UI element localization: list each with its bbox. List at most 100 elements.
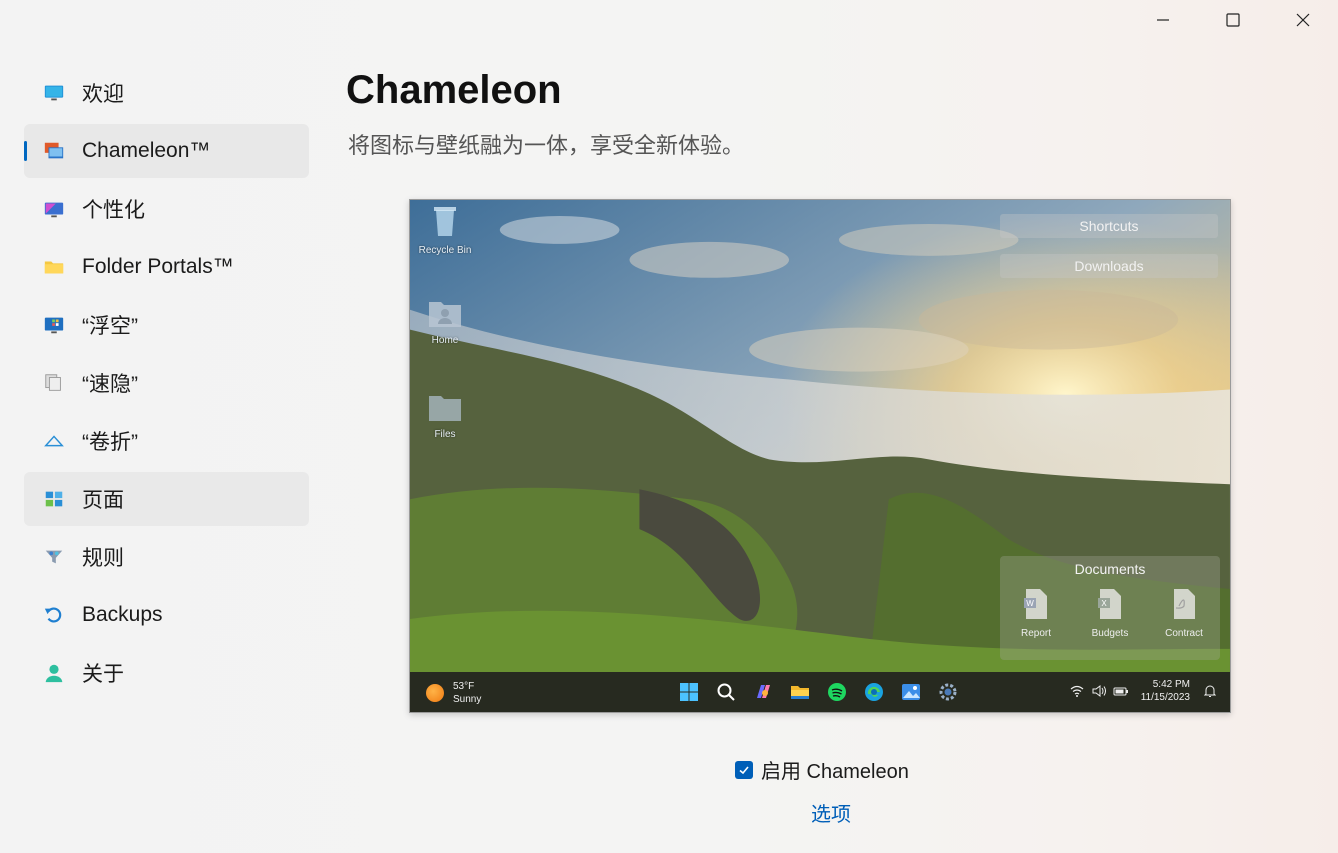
float-icon	[42, 313, 66, 337]
volume-icon[interactable]	[1091, 683, 1107, 699]
sidebar-item-backups[interactable]: Backups	[24, 588, 309, 642]
file-explorer-icon	[791, 686, 809, 699]
minimize-button[interactable]	[1128, 0, 1198, 40]
search-icon	[717, 683, 735, 701]
sidebar-item-label: Folder Portals™	[82, 255, 234, 278]
enable-chameleon-row[interactable]: 启用 Chameleon	[735, 755, 909, 784]
sidebar-item-peek[interactable]: “速隐”	[24, 356, 309, 410]
spotify-icon	[828, 683, 846, 701]
weather-temp: 53°F	[453, 681, 475, 692]
weather-condition: Sunny	[453, 694, 482, 705]
maximize-icon	[1226, 13, 1240, 27]
portal-shortcuts[interactable]: Shortcuts	[1000, 214, 1218, 238]
enable-chameleon-label[interactable]: 启用 Chameleon	[761, 755, 909, 784]
sidebar-item-label: “速隐”	[82, 373, 138, 396]
pages-icon	[42, 487, 66, 511]
desktop-icon-label: Files	[434, 429, 456, 440]
search-button[interactable]	[715, 681, 737, 703]
gear-icon	[939, 683, 957, 701]
settings-button[interactable]	[937, 681, 959, 703]
chameleon-icon	[42, 139, 66, 163]
about-icon	[42, 661, 66, 685]
file-label: Budgets	[1091, 628, 1129, 639]
backup-icon	[42, 603, 66, 627]
personalize-icon	[42, 197, 66, 221]
desktop-preview: Recycle Bin Home Files Shortcuts Downloa…	[409, 199, 1231, 713]
home-folder-icon	[429, 302, 461, 327]
pdf-doc-icon	[1174, 589, 1195, 619]
maximize-button[interactable]	[1198, 0, 1268, 40]
copilot-button[interactable]	[752, 681, 774, 703]
portal-documents[interactable]: Documents W Report X Budgets Contract	[1000, 556, 1220, 660]
folder-icon	[42, 255, 66, 279]
sidebar-item-chameleon[interactable]: Chameleon™	[24, 124, 309, 178]
window-controls	[1128, 0, 1338, 40]
file-label: Report	[1020, 628, 1051, 639]
sidebar-item-personalize[interactable]: 个性化	[24, 182, 309, 236]
minimize-icon	[1157, 19, 1169, 21]
desktop-icon-label: Recycle Bin	[418, 245, 472, 256]
clock-date: 11/15/2023	[1140, 692, 1190, 703]
sidebar-item-label: “浮空”	[82, 315, 138, 338]
sidebar-item-rules[interactable]: 规则	[24, 530, 309, 584]
desktop-icon-label: Home	[431, 335, 459, 346]
desktop-icon-home[interactable]: Home	[410, 298, 480, 346]
sidebar-item-label: Backups	[82, 603, 163, 626]
sun-icon	[426, 684, 444, 702]
file-label: Contract	[1165, 628, 1203, 639]
spotify-button[interactable]	[826, 681, 848, 703]
weather-widget[interactable]: 53°F Sunny	[426, 680, 481, 706]
taskbar-apps	[678, 681, 974, 703]
battery-icon[interactable]	[1113, 683, 1129, 699]
sidebar-item-label: 个性化	[82, 199, 145, 222]
sidebar-item-label: Chameleon™	[82, 139, 211, 162]
file-explorer-button[interactable]	[789, 681, 811, 703]
windows-icon	[680, 683, 698, 701]
sidebar-item-label: 规则	[82, 547, 124, 570]
edge-button[interactable]	[863, 681, 885, 703]
portal-downloads[interactable]: Downloads	[1000, 254, 1218, 278]
system-tray: 5:42 PM 11/15/2023	[1063, 678, 1218, 704]
file-budgets[interactable]: X Budgets	[1080, 588, 1140, 639]
sidebar-nav: 欢迎 Chameleon™ 个性化 Folder Portals™ “浮空” “…	[24, 66, 309, 704]
file-report[interactable]: W Report	[1006, 588, 1066, 639]
rules-icon	[42, 545, 66, 569]
selection-indicator	[24, 141, 27, 161]
sidebar-item-label: 页面	[82, 489, 124, 512]
sidebar-item-welcome[interactable]: 欢迎	[24, 66, 309, 120]
recycle-bin-icon	[434, 207, 456, 236]
notification-bell-icon[interactable]	[1202, 683, 1218, 699]
page-subtitle: 将图标与壁纸融为一体，享受全新体验。	[348, 133, 745, 158]
files-folder-icon	[429, 396, 461, 421]
edge-icon	[865, 683, 883, 701]
checkmark-icon	[739, 765, 749, 774]
excel-doc-icon: X	[1098, 589, 1121, 619]
file-contract[interactable]: Contract	[1154, 588, 1214, 639]
system-clock[interactable]: 5:42 PM 11/15/2023	[1141, 678, 1190, 704]
sidebar-item-rollup[interactable]: “卷折”	[24, 414, 309, 468]
sidebar-item-folder-portals[interactable]: Folder Portals™	[24, 240, 309, 294]
rollup-icon	[42, 429, 66, 453]
close-icon	[1296, 13, 1310, 27]
monitor-icon	[42, 81, 66, 105]
options-link[interactable]: 选项	[811, 798, 851, 827]
start-button[interactable]	[678, 681, 700, 703]
wifi-icon[interactable]	[1069, 683, 1085, 699]
svg-text:W: W	[1026, 599, 1034, 608]
peek-icon	[42, 371, 66, 395]
sidebar-item-label: “卷折”	[82, 431, 138, 454]
sidebar-item-about[interactable]: 关于	[24, 646, 309, 700]
close-button[interactable]	[1268, 0, 1338, 40]
desktop-icon-recycle-bin[interactable]: Recycle Bin	[410, 204, 480, 256]
portal-title: Documents	[1074, 561, 1146, 577]
photos-icon	[902, 684, 920, 700]
enable-chameleon-checkbox[interactable]	[735, 760, 753, 779]
desktop-icon-files[interactable]: Files	[410, 392, 480, 440]
sidebar-item-pages[interactable]: 页面	[24, 472, 309, 526]
photos-button[interactable]	[900, 681, 922, 703]
word-doc-icon: W	[1024, 589, 1047, 619]
sidebar-item-float[interactable]: “浮空”	[24, 298, 309, 352]
svg-text:X: X	[1101, 599, 1107, 608]
page-title: Chameleon	[346, 68, 562, 112]
copilot-icon	[757, 685, 770, 698]
